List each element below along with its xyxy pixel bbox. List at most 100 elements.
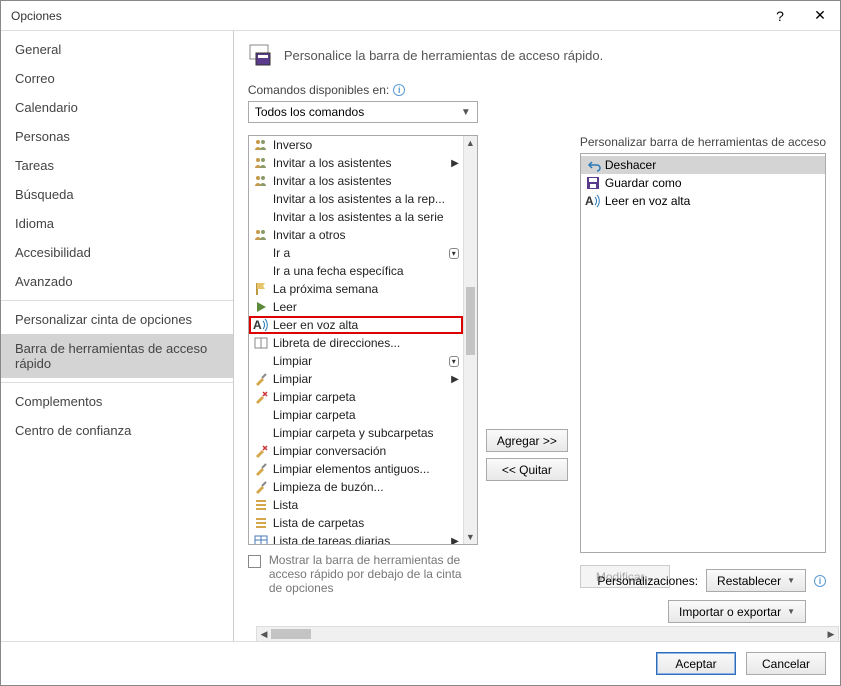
cancel-button[interactable]: Cancelar: [746, 652, 826, 675]
people-icon: [253, 173, 269, 189]
scroll-down-icon[interactable]: ▼: [464, 530, 477, 544]
add-button[interactable]: Agregar >>: [486, 429, 568, 452]
command-item[interactable]: Invitar a los asistentes▶: [249, 154, 463, 172]
qat-list[interactable]: DeshacerGuardar comoALeer en voz alta: [580, 153, 826, 553]
category-sidebar: GeneralCorreoCalendarioPersonasTareasBús…: [1, 31, 234, 641]
command-item[interactable]: Limpiar▶: [249, 370, 463, 388]
blank-icon: [253, 191, 269, 207]
submenu-arrow-icon: ▶: [451, 536, 459, 545]
sidebar-item[interactable]: Avanzado: [1, 267, 233, 296]
commands-combo-value: Todos los comandos: [255, 105, 364, 119]
broom-x-icon: [253, 443, 269, 459]
import-export-button[interactable]: Importar o exportar: [668, 600, 806, 623]
command-item[interactable]: Limpiar▾: [249, 352, 463, 370]
qat-item[interactable]: Deshacer: [581, 156, 825, 174]
show-below-ribbon-label: Mostrar la barra de herramientas de acce…: [269, 553, 478, 595]
info-icon-reset[interactable]: i: [814, 575, 826, 587]
command-item[interactable]: Limpiar conversación: [249, 442, 463, 460]
submenu-arrow-icon: ▶: [451, 158, 459, 169]
remove-button[interactable]: << Quitar: [486, 458, 568, 481]
content-pane: Personalice la barra de herramientas de …: [234, 31, 840, 641]
command-item[interactable]: Lista: [249, 496, 463, 514]
command-item[interactable]: Limpieza de buzón...: [249, 478, 463, 496]
header-text: Personalice la barra de herramientas de …: [284, 48, 603, 63]
command-item[interactable]: Lista de tareas diarias▶: [249, 532, 463, 544]
book-icon: [253, 335, 269, 351]
scroll-right-icon[interactable]: ▶: [824, 627, 838, 641]
sidebar-item[interactable]: Barra de herramientas de acceso rápido: [1, 334, 233, 378]
command-item[interactable]: Invitar a otros: [249, 226, 463, 244]
list-icon: [253, 515, 269, 531]
command-item[interactable]: Libreta de direcciones...: [249, 334, 463, 352]
flag-icon: [253, 281, 269, 297]
scroll-left-icon[interactable]: ◀: [257, 627, 271, 641]
command-item[interactable]: ALeer en voz alta: [249, 316, 463, 334]
broom-icon: [253, 371, 269, 387]
undo-icon: [585, 157, 601, 173]
commands-label: Comandos disponibles en:: [248, 83, 389, 97]
svg-text:A: A: [253, 318, 262, 332]
command-item[interactable]: Invitar a los asistentes: [249, 172, 463, 190]
scrollbar-vertical[interactable]: ▲ ▼: [463, 136, 477, 544]
people-icon: [253, 137, 269, 153]
save-icon: [585, 175, 601, 191]
speak-icon: A: [253, 317, 269, 333]
command-item[interactable]: Invitar a los asistentes a la serie: [249, 208, 463, 226]
sidebar-item[interactable]: Tareas: [1, 151, 233, 180]
sidebar-item[interactable]: Calendario: [1, 93, 233, 122]
customize-qat-label: Personalizar barra de herramientas de ac…: [580, 135, 826, 149]
close-button[interactable]: ✕: [800, 1, 840, 31]
submenu-arrow-icon: ▶: [451, 374, 459, 385]
play-icon: [253, 299, 269, 315]
blank-icon: [253, 209, 269, 225]
dropdown-box-icon: ▾: [449, 356, 459, 367]
sidebar-item[interactable]: Correo: [1, 64, 233, 93]
show-below-ribbon-checkbox[interactable]: [248, 555, 261, 568]
blank-icon: [253, 425, 269, 441]
sidebar-item[interactable]: Accesibilidad: [1, 238, 233, 267]
command-item[interactable]: Ir a▾: [249, 244, 463, 262]
dropdown-box-icon: ▾: [449, 248, 459, 259]
window-title: Opciones: [11, 9, 62, 23]
command-item[interactable]: Lista de carpetas: [249, 514, 463, 532]
ok-button[interactable]: Aceptar: [656, 652, 736, 675]
dialog-footer: Aceptar Cancelar: [1, 641, 840, 685]
command-item[interactable]: Inverso: [249, 136, 463, 154]
command-item[interactable]: Invitar a los asistentes a la rep...: [249, 190, 463, 208]
sidebar-item[interactable]: Personalizar cinta de opciones: [1, 305, 233, 334]
command-item[interactable]: Ir a una fecha específica: [249, 262, 463, 280]
sidebar-item[interactable]: Complementos: [1, 387, 233, 416]
combo-arrow-icon: ▼: [461, 107, 471, 118]
svg-text:A: A: [585, 194, 594, 208]
blank-icon: [253, 263, 269, 279]
scroll-up-icon[interactable]: ▲: [464, 136, 477, 150]
list-icon: [253, 497, 269, 513]
command-item[interactable]: Limpiar carpeta: [249, 388, 463, 406]
command-item[interactable]: Limpiar carpeta: [249, 406, 463, 424]
command-item[interactable]: La próxima semana: [249, 280, 463, 298]
broom-x-icon: [253, 389, 269, 405]
people-icon: [253, 227, 269, 243]
sidebar-item[interactable]: Idioma: [1, 209, 233, 238]
sidebar-item[interactable]: Búsqueda: [1, 180, 233, 209]
broom-icon: [253, 461, 269, 477]
sidebar-item[interactable]: Personas: [1, 122, 233, 151]
command-item[interactable]: Leer: [249, 298, 463, 316]
horizontal-scrollbar[interactable]: ◀ ▶: [256, 626, 839, 642]
qat-item[interactable]: ALeer en voz alta: [581, 192, 825, 210]
qat-item[interactable]: Guardar como: [581, 174, 825, 192]
command-item[interactable]: Limpiar elementos antiguos...: [249, 460, 463, 478]
info-icon[interactable]: i: [393, 84, 405, 96]
sidebar-item[interactable]: General: [1, 35, 233, 64]
commands-combo[interactable]: Todos los comandos ▼: [248, 101, 478, 123]
reset-button[interactable]: Restablecer: [706, 569, 806, 592]
command-item[interactable]: Limpiar carpeta y subcarpetas: [249, 424, 463, 442]
blank-icon: [253, 407, 269, 423]
people-icon: [253, 155, 269, 171]
broom-icon: [253, 479, 269, 495]
blank-icon: [253, 353, 269, 369]
available-commands-list[interactable]: InversoInvitar a los asistentes▶Invitar …: [248, 135, 478, 545]
qat-header-icon: [248, 41, 276, 69]
help-button[interactable]: ?: [760, 1, 800, 31]
sidebar-item[interactable]: Centro de confianza: [1, 416, 233, 445]
